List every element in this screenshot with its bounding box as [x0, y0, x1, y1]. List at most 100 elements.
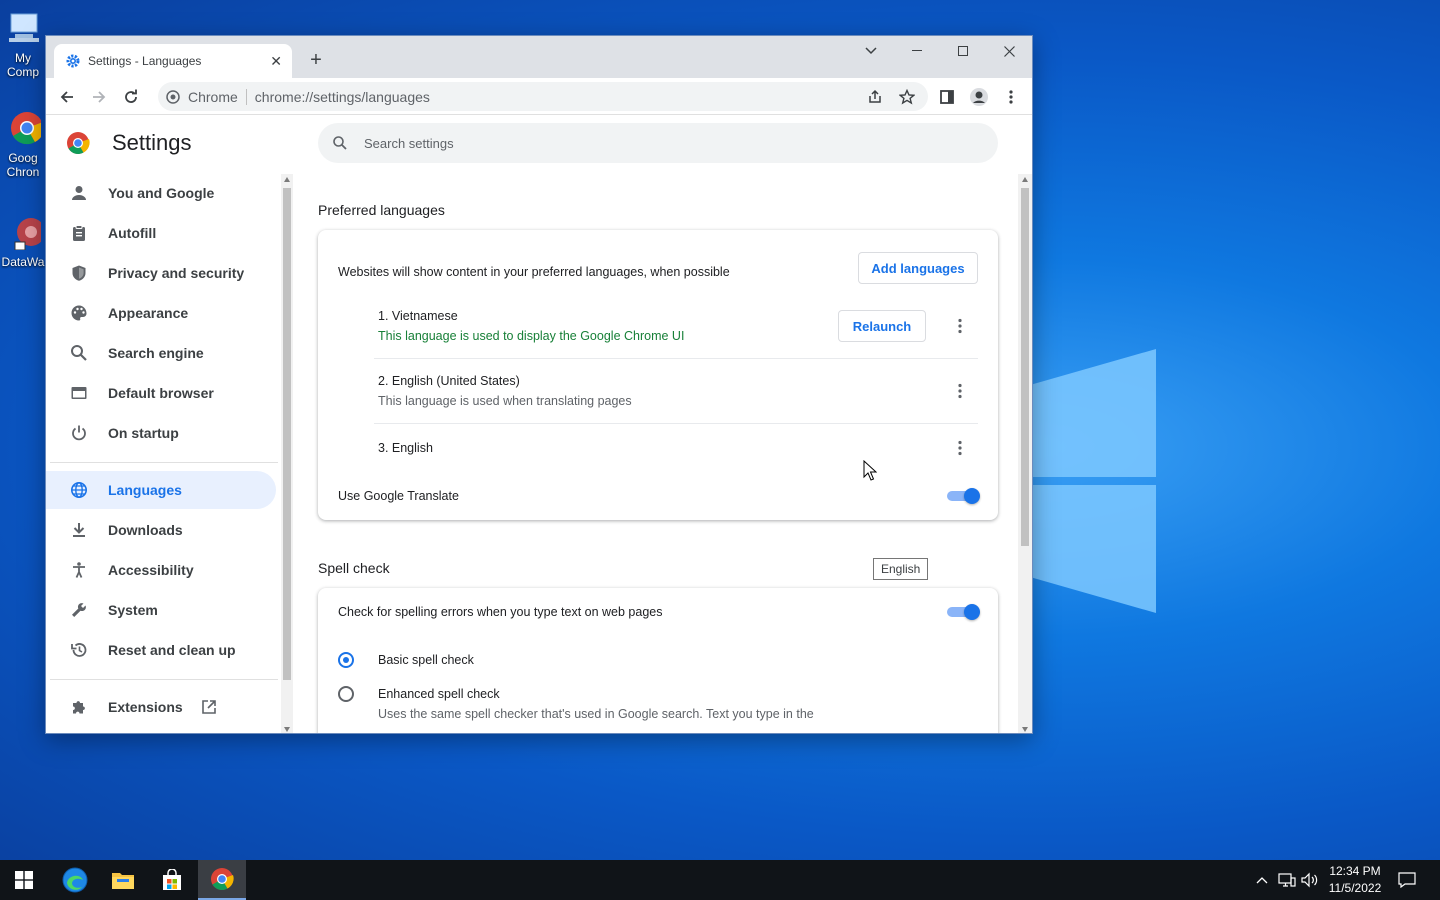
sidebar-item-privacy[interactable]: Privacy and security	[46, 254, 276, 292]
taskbar-edge[interactable]	[51, 860, 99, 900]
sidebar-item-languages[interactable]: Languages	[46, 471, 276, 509]
main-scrollbar-thumb[interactable]	[1021, 188, 1029, 546]
search-input[interactable]: Search settings	[364, 136, 454, 151]
sidebar-item-label: Extensions	[108, 699, 183, 715]
sidebar-item-label: On startup	[108, 425, 179, 441]
back-button[interactable]	[54, 84, 80, 110]
sidebar-item-label: Appearance	[108, 305, 189, 321]
volume-tray-icon[interactable]	[1300, 870, 1320, 890]
desktop-icon-chrome[interactable]: Goog Chron	[0, 110, 46, 179]
relaunch-button[interactable]: Relaunch	[838, 310, 926, 342]
scroll-down-arrow-icon	[1022, 727, 1028, 732]
sidebar-item-extensions[interactable]: Extensions	[46, 688, 276, 726]
share-icon	[869, 89, 881, 103]
language-separator	[374, 358, 978, 359]
kebab-menu-icon	[958, 318, 962, 334]
store-icon	[163, 869, 181, 890]
browser-toolbar: Chrome chrome://settings/languages	[46, 78, 1032, 115]
profile-button[interactable]	[966, 84, 992, 110]
computer-icon	[9, 13, 39, 42]
arrow-right-icon	[93, 91, 106, 103]
sidebar-item-label: Search engine	[108, 345, 204, 361]
action-center-button[interactable]	[1397, 870, 1417, 890]
main-scrollbar[interactable]	[1018, 174, 1032, 733]
spell-check-title: Spell check	[318, 560, 390, 576]
open-in-new-icon	[201, 700, 216, 714]
clock-date: 11/5/2022	[1328, 881, 1382, 895]
language-more-options-button[interactable]	[950, 381, 970, 401]
sidebar-item-default-browser[interactable]: Default browser	[46, 374, 276, 412]
language-item-note: This language is used when translating p…	[378, 394, 632, 408]
address-bar[interactable]: Chrome chrome://settings/languages	[158, 82, 928, 111]
menu-button[interactable]	[998, 84, 1024, 110]
windows-logo-wallpaper	[1030, 349, 1156, 613]
taskbar-clock[interactable]: 12:34 PM 11/5/2022	[1320, 863, 1390, 897]
show-hidden-icons-button[interactable]	[1252, 870, 1272, 890]
minimize-button[interactable]	[894, 36, 940, 66]
taskbar-file-explorer[interactable]	[99, 860, 147, 900]
taskbar-store[interactable]	[148, 860, 196, 900]
sidebar-item-reset[interactable]: Reset and clean up	[46, 631, 276, 669]
speaker-icon	[1301, 872, 1318, 888]
sidebar-item-label: Privacy and security	[108, 265, 245, 281]
forward-button[interactable]	[86, 84, 112, 110]
network-tray-icon[interactable]	[1277, 870, 1297, 890]
share-button[interactable]	[862, 84, 888, 110]
language-more-options-button[interactable]	[950, 316, 970, 336]
scroll-down-arrow-icon	[284, 727, 290, 732]
language-more-options-button[interactable]	[950, 438, 970, 458]
sidebar-item-search-engine[interactable]: Search engine	[46, 334, 276, 372]
mouse-cursor-icon	[863, 460, 877, 481]
sidebar-item-downloads[interactable]: Downloads	[46, 511, 276, 549]
close-window-button[interactable]	[986, 36, 1032, 66]
windows-start-icon	[15, 871, 33, 889]
search-settings-field[interactable]: Search settings	[318, 123, 998, 163]
url-text[interactable]: chrome://settings/languages	[255, 89, 430, 105]
reload-button[interactable]	[118, 84, 144, 110]
enhanced-spell-check-radio[interactable]	[338, 686, 354, 702]
globe-icon	[71, 482, 87, 498]
kebab-menu-icon	[1009, 90, 1013, 104]
puzzle-icon	[73, 701, 85, 714]
language-item-name: 3. English	[378, 441, 433, 455]
sidebar-item-accessibility[interactable]: Accessibility	[46, 551, 276, 589]
preferred-languages-card: Websites will show content in your prefe…	[318, 230, 998, 520]
start-button[interactable]	[0, 860, 48, 900]
site-label: Chrome	[188, 88, 247, 105]
add-languages-button[interactable]: Add languages	[858, 252, 978, 284]
sidebar-item-label: Reset and clean up	[108, 642, 236, 658]
sidebar-divider	[50, 679, 278, 680]
sidebar-item-you-and-google[interactable]: You and Google	[46, 174, 276, 212]
network-icon	[1278, 873, 1296, 887]
new-tab-button[interactable]: +	[304, 48, 328, 72]
sidebar-item-system[interactable]: System	[46, 591, 276, 629]
desktop-icon-my-computer[interactable]: My Comp	[0, 10, 46, 79]
basic-spell-check-radio[interactable]	[338, 652, 354, 668]
side-panel-button[interactable]	[934, 84, 960, 110]
enhanced-spell-check-description: Uses the same spell checker that's used …	[378, 707, 814, 721]
desktop-icon-datawa[interactable]: DataWa	[0, 214, 46, 269]
chrome-site-icon	[166, 89, 180, 104]
tab-settings-languages[interactable]: Settings - Languages ✕	[54, 44, 292, 78]
maximize-button[interactable]	[940, 36, 986, 66]
clipboard-icon	[73, 225, 85, 241]
tab-search-chevron-icon[interactable]	[848, 36, 894, 66]
bookmark-button[interactable]	[894, 84, 920, 110]
google-translate-toggle[interactable]	[947, 488, 980, 504]
chevron-up-icon	[1256, 877, 1268, 884]
sidebar-item-appearance[interactable]: Appearance	[46, 294, 276, 332]
sidebar-scrollbar-thumb[interactable]	[283, 188, 291, 680]
kebab-menu-icon	[958, 440, 962, 456]
sidebar-item-label: Accessibility	[108, 562, 194, 578]
taskbar-chrome[interactable]	[198, 860, 246, 900]
sidebar-scrollbar[interactable]	[281, 174, 293, 733]
reload-icon	[125, 89, 137, 103]
preferred-languages-title: Preferred languages	[318, 202, 445, 218]
sidebar-item-on-startup[interactable]: On startup	[46, 414, 276, 452]
spell-check-toggle[interactable]	[947, 604, 980, 620]
language-item-name: 1. Vietnamese	[378, 309, 458, 323]
tab-close-icon[interactable]: ✕	[270, 53, 282, 70]
avatar-icon	[970, 88, 988, 106]
settings-page: Settings Search settings You and Google …	[46, 116, 1032, 733]
sidebar-item-autofill[interactable]: Autofill	[46, 214, 276, 252]
